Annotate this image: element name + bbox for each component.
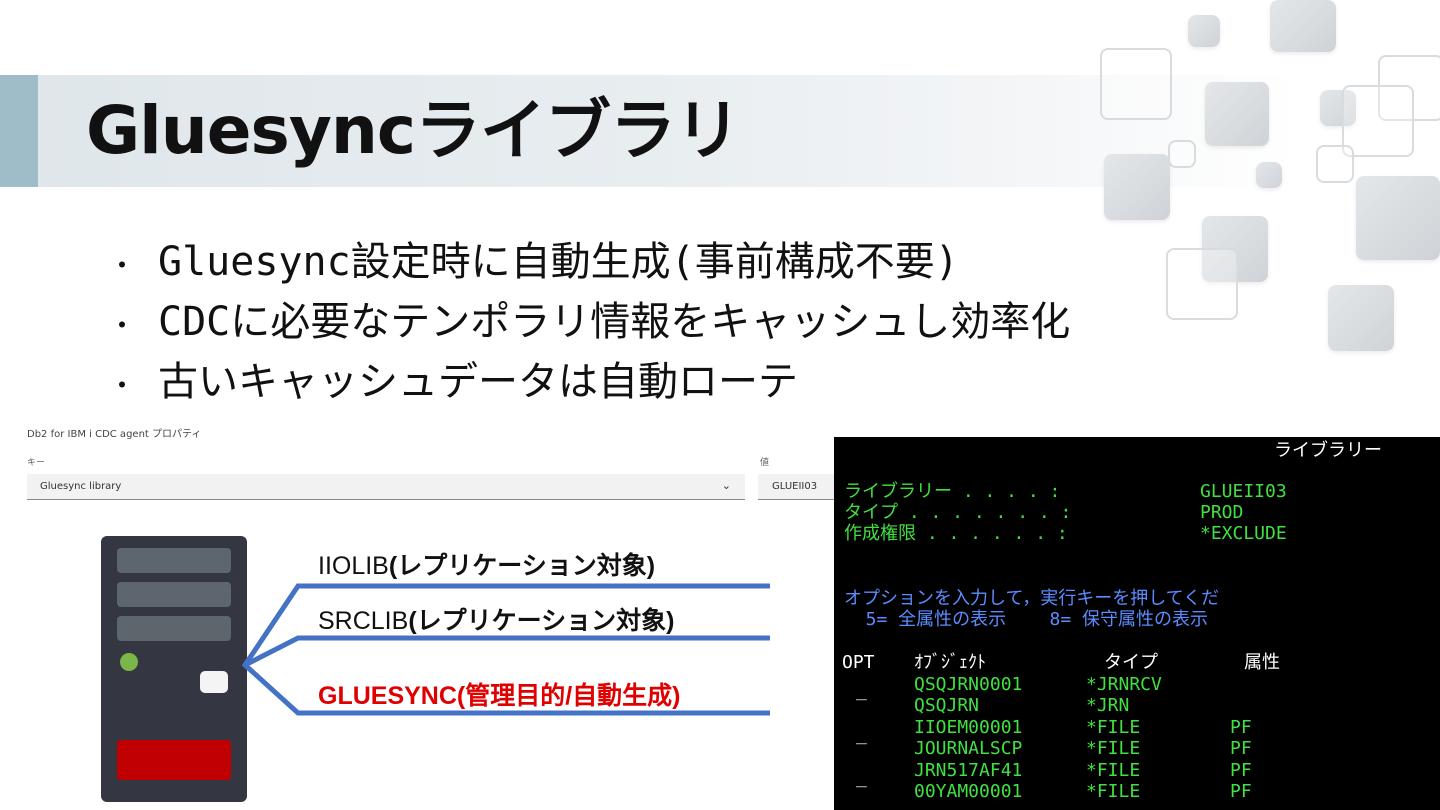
object-name: JRN517AF41: [914, 760, 1023, 781]
server-button: [200, 671, 228, 693]
terminal-field-label: 作成権限 . . . . . . :: [844, 523, 1068, 544]
terminal-field-value: GLUEII03: [1200, 481, 1287, 502]
object-name: JOURNALSCP: [914, 738, 1023, 759]
object-type: *FILE: [1086, 781, 1141, 802]
object-type: *JRN: [1086, 695, 1130, 716]
opt-input[interactable]: _: [856, 725, 867, 745]
server-icon: [101, 536, 247, 802]
title-accent-bar: [0, 75, 38, 187]
server-red-panel: [117, 740, 231, 780]
slide-title: Gluesyncライブラリ: [86, 92, 741, 169]
terminal-instruction: オプションを入力して，実行キーを押してくだ: [844, 588, 1220, 609]
terminal-col-type: タイプ: [1104, 652, 1158, 673]
server-slot: [117, 582, 231, 607]
chevron-down-icon: ⌄: [721, 479, 731, 492]
object-name: 00YAM00001: [914, 781, 1023, 802]
library-label-gluesync: GLUESYNC(管理目的/自動生成): [318, 682, 681, 710]
terminal-screen: ライブラリー ライブラリー . . . . : GLUEII03 タイプ . .…: [834, 437, 1440, 810]
object-name: QSQJRN0001: [914, 674, 1023, 695]
terminal-field-label: タイプ . . . . . . . :: [844, 502, 1072, 523]
properties-panel-title: Db2 for IBM i CDC agent プロパティ: [27, 429, 202, 440]
object-attr: PF: [1230, 738, 1252, 759]
server-led: [120, 653, 138, 671]
object-type: *FILE: [1086, 760, 1141, 781]
terminal-col-object: ｵﾌﾞｼﾞｪｸﾄ: [914, 652, 986, 673]
value-field[interactable]: GLUEII03: [758, 474, 834, 500]
library-label-iiolib: IIOLIB(レプリケーション対象): [318, 552, 656, 580]
key-label: キー: [27, 458, 46, 468]
server-slot: [117, 616, 231, 641]
library-label-srclib: SRCLIB(レプリケーション対象): [318, 607, 675, 635]
server-slot: [117, 548, 231, 573]
bullet-item: ・ CDCに必要なテンポラリ情報をキャッシュし効率化: [108, 299, 1071, 345]
value-field-text: GLUEII03: [772, 481, 818, 492]
bullet-list: ・ Gluesync設定時に自動生成(事前構成不要) ・ CDCに必要なテンポラリ情…: [108, 232, 1070, 412]
terminal-field-label: ライブラリー . . . . :: [844, 481, 1061, 502]
opt-input[interactable]: _: [856, 768, 867, 788]
key-dropdown[interactable]: Gluesync library ⌄: [27, 474, 745, 500]
object-type: *FILE: [1086, 738, 1141, 759]
terminal-field-value: *EXCLUDE: [1200, 523, 1287, 544]
terminal-col-attr: 属性: [1244, 652, 1280, 673]
terminal-options: 5= 全属性の表示 8= 保守属性の表示: [844, 609, 1209, 630]
object-name: IIOEM00001: [914, 717, 1023, 738]
object-name: QSQJRN: [914, 695, 980, 716]
terminal-col-opt: OPT: [842, 652, 875, 673]
value-label: 値: [760, 458, 770, 468]
object-attr: PF: [1230, 781, 1252, 802]
object-type: *JRNRCV: [1086, 674, 1162, 695]
key-dropdown-value: Gluesync library: [40, 481, 122, 492]
terminal-field-value: PROD: [1200, 502, 1244, 523]
opt-input[interactable]: _: [856, 681, 867, 701]
bullet-item: ・ Gluesync設定時に自動生成(事前構成不要): [108, 239, 959, 285]
object-attr: PF: [1230, 760, 1252, 781]
terminal-header: ライブラリー: [1274, 440, 1382, 461]
object-type: *FILE: [1086, 717, 1141, 738]
bullet-item: ・古いキャッシュデータは自動ローテ: [108, 359, 798, 405]
object-attr: PF: [1230, 717, 1252, 738]
